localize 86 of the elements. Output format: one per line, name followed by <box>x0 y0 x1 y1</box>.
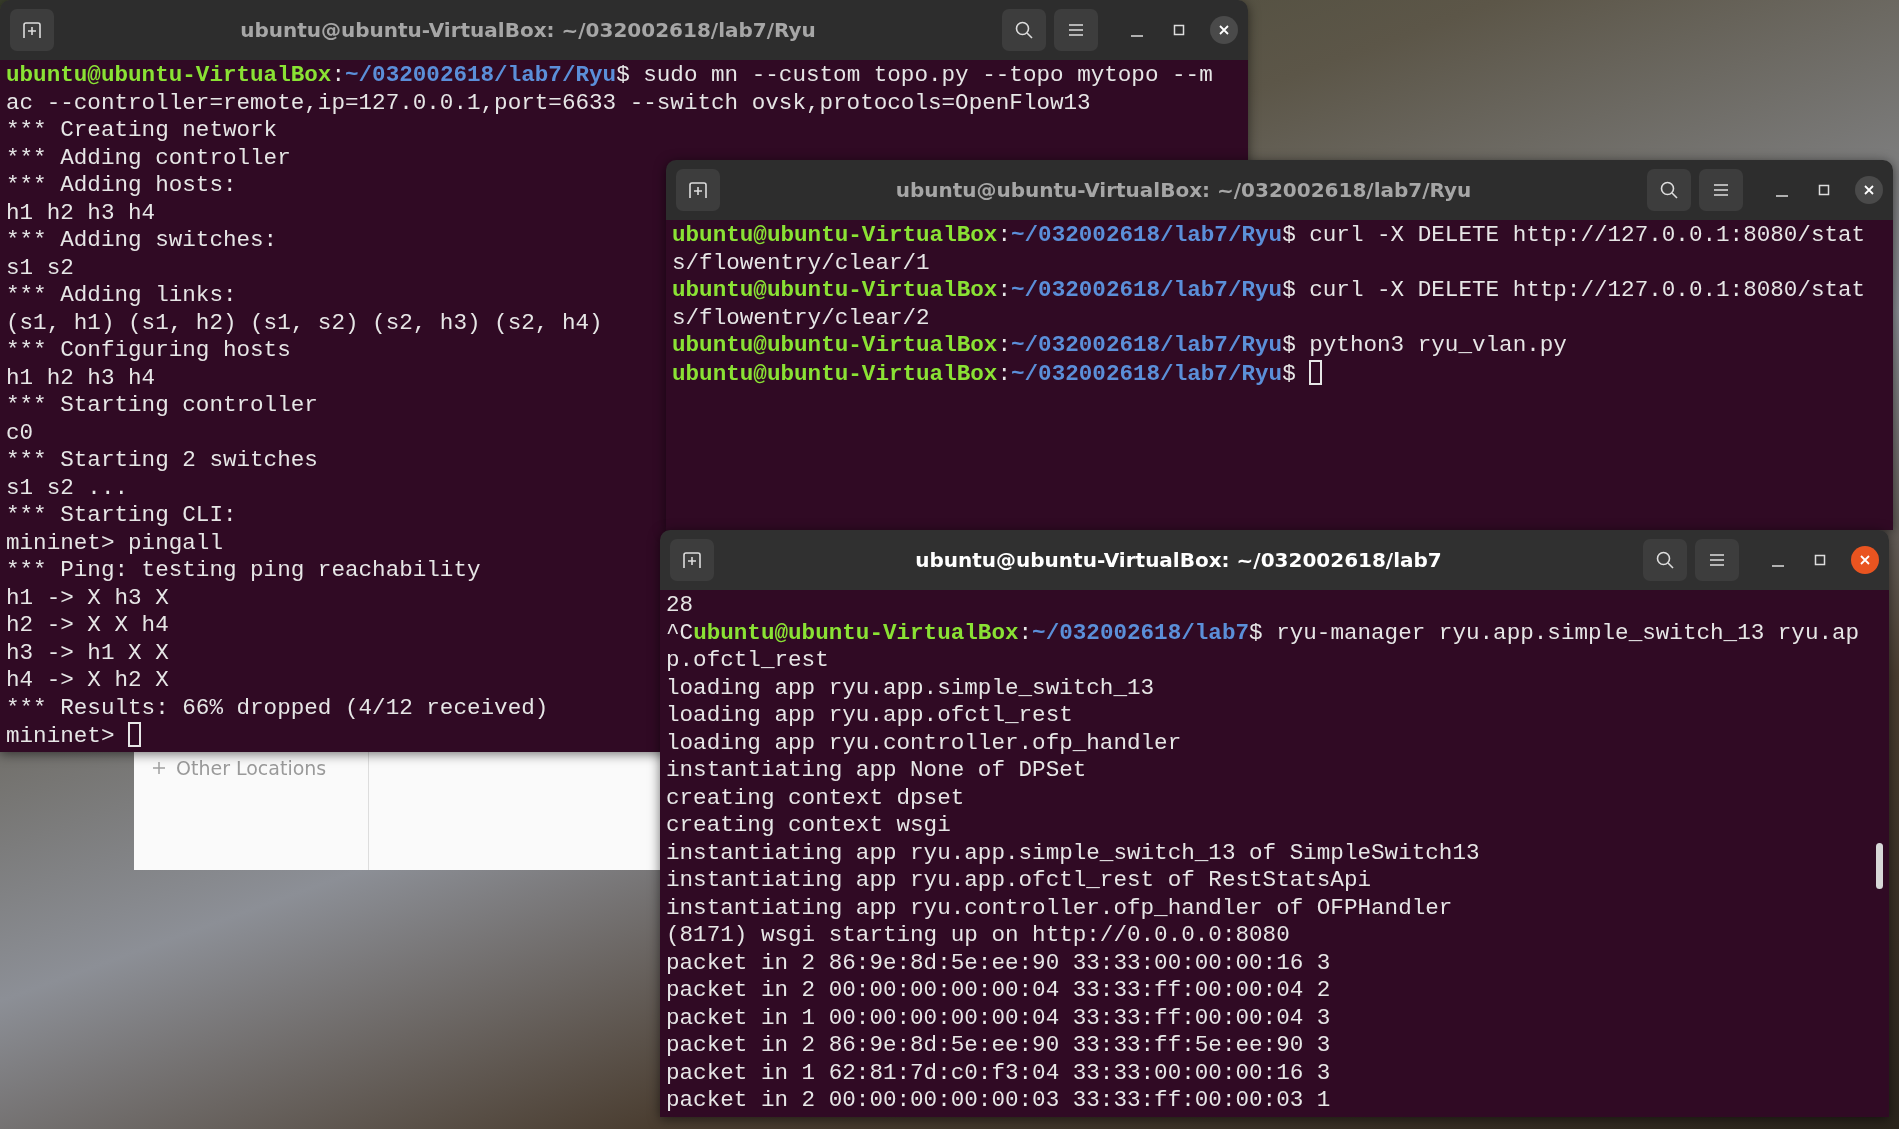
terminal-line: ubuntu@ubuntu-VirtualBox:~/032002618/lab7/Ryu$ curl -X DELETE http://127.0.0.1:8080/stat <box>672 222 1866 250</box>
terminal-line: mininet> <box>6 722 142 751</box>
new-tab-button[interactable] <box>10 9 54 51</box>
terminal-line: *** Configuring hosts <box>6 337 291 365</box>
minimize-icon <box>1776 195 1788 197</box>
terminal-line: packet in 2 00:00:00:00:00:03 33:33:ff:00:00:03 1 <box>666 1087 1331 1115</box>
terminal-line: instantiating app ryu.controller.ofp_handler of OFPHandler <box>666 894 1453 922</box>
menu-icon <box>1067 23 1085 37</box>
maximize-icon <box>1814 554 1826 566</box>
search-button[interactable] <box>1002 9 1046 51</box>
new-tab-button[interactable] <box>676 169 720 211</box>
terminal-line: instantiating app ryu.app.ofctl_rest of RestStatsApi <box>666 867 1372 895</box>
plus-icon <box>152 761 166 776</box>
terminal-line: creating context dpset <box>666 784 965 812</box>
terminal-line: *** Starting controller <box>6 392 318 420</box>
terminal-line: instantiating app None of DPSet <box>666 757 1087 785</box>
terminal-line: s1 s2 ... <box>6 474 129 502</box>
close-button[interactable] <box>1855 176 1883 204</box>
terminal-line: h1 -> X h3 X <box>6 584 169 612</box>
close-icon <box>1863 184 1875 196</box>
terminal-line: packet in 2 86:9e:8d:5e:ee:90 33:33:ff:5e:ee:90 3 <box>666 1032 1331 1060</box>
terminal-line: ubuntu@ubuntu-VirtualBox:~/032002618/lab7/Ryu$ curl -X DELETE http://127.0.0.1:8080/stat <box>672 277 1866 305</box>
menu-button[interactable] <box>1695 539 1739 581</box>
terminal-line: *** Starting CLI: <box>6 502 237 530</box>
terminal-line: s/flowentry/clear/2 <box>672 304 930 332</box>
terminal-line: h1 h2 h3 h4 <box>6 364 156 392</box>
search-button[interactable] <box>1643 539 1687 581</box>
terminal-line: h4 -> X h2 X <box>6 667 169 695</box>
terminal-line: s/flowentry/clear/1 <box>672 249 930 277</box>
search-icon <box>1659 180 1679 200</box>
terminal-line: loading app ryu.controller.ofp_handler <box>666 729 1182 757</box>
terminal-line: *** Ping: testing ping reachability <box>6 557 481 585</box>
terminal-line: ubuntu@ubuntu-VirtualBox:~/032002618/lab7/Ryu$ sudo mn --custom topo.py --topo mytopo --m <box>6 62 1213 90</box>
menu-button[interactable] <box>1054 9 1098 51</box>
terminal-line: 28 <box>666 592 694 620</box>
maximize-icon <box>1173 24 1185 36</box>
terminal-line: *** Starting 2 switches <box>6 447 318 475</box>
terminal-line: *** Results: 66% dropped (4/12 received) <box>6 694 549 722</box>
maximize-icon <box>1818 184 1830 196</box>
terminal-line: *** Adding switches: <box>6 227 278 255</box>
window-title: ubuntu@ubuntu-VirtualBox: ~/032002618/lab7 <box>914 547 1443 574</box>
terminal-line: packet in 1 62:81:7d:c0:f3:04 33:33:00:00:00:16 3 <box>666 1059 1331 1087</box>
new-tab-button[interactable] <box>670 539 714 581</box>
terminal-line: instantiating app ryu.app.simple_switch_13 of SimpleSwitch13 <box>666 839 1480 867</box>
terminal-line: h1 h2 h3 h4 <box>6 199 156 227</box>
menu-button[interactable] <box>1699 169 1743 211</box>
menu-icon <box>1708 553 1726 567</box>
terminal-line: (8171) wsgi starting up on http://0.0.0.0:8080 <box>666 922 1290 950</box>
terminal-line: *** Creating network <box>6 117 278 145</box>
terminal-line: ac --controller=remote,ip=127.0.0.1,port=6633 --switch ovsk,protocols=OpenFlow13 <box>6 89 1091 117</box>
scrollbar-thumb[interactable] <box>1876 843 1883 889</box>
terminal-line: (s1, h1) (s1, h2) (s1, s2) (s2, h3) (s2, h4) <box>6 309 603 337</box>
terminal-line: packet in 1 00:00:00:00:00:04 33:33:ff:00:00:04 3 <box>666 1004 1331 1032</box>
terminal-line: packet in 2 86:9e:8d:5e:ee:90 33:33:00:00:00:16 3 <box>666 949 1331 977</box>
terminal-line: packet in 2 00:00:00:00:00:04 33:33:ff:00:00:04 2 <box>666 977 1331 1005</box>
sidebar-item[interactable]: Other Locations <box>152 754 327 783</box>
terminal-line: ^Cubuntu@ubuntu-VirtualBox:~/032002618/lab7$ ryu-manager ryu.app.simple_switch_13 ryu.ap <box>666 619 1860 647</box>
tab-plus-icon <box>682 551 702 569</box>
terminal-line: *** Adding controller <box>6 144 291 172</box>
minimize-icon <box>1131 35 1143 37</box>
tab-plus-icon <box>22 21 42 39</box>
terminal-line: *** Adding hosts: <box>6 172 237 200</box>
terminal-line: *** Adding links: <box>6 282 237 310</box>
terminal-line: ubuntu@ubuntu-VirtualBox:~/032002618/lab7/Ryu$ python3 ryu_vlan.py <box>672 332 1567 360</box>
terminal-line: c0 <box>6 419 34 447</box>
terminal-line: mininet> pingall <box>6 529 223 557</box>
terminal-line: loading app ryu.app.simple_switch_13 <box>666 674 1155 702</box>
terminal-line: loading app ryu.app.ofctl_rest <box>666 702 1073 730</box>
terminal-line: h2 -> X X h4 <box>6 612 169 640</box>
tab-plus-icon <box>688 181 708 199</box>
terminal-line: h3 -> h1 X X <box>6 639 169 667</box>
window-title: ubuntu@ubuntu-VirtualBox: ~/032002618/lab7/Ryu <box>894 177 1473 204</box>
search-icon <box>1655 550 1675 570</box>
terminal-line: creating context wsgi <box>666 812 951 840</box>
close-icon <box>1859 554 1871 566</box>
close-button[interactable] <box>1851 546 1879 574</box>
close-icon <box>1218 24 1230 36</box>
window-title: ubuntu@ubuntu-VirtualBox: ~/032002618/lab7/Ryu <box>239 17 817 44</box>
minimize-icon <box>1772 565 1784 567</box>
search-button[interactable] <box>1647 169 1691 211</box>
close-button[interactable] <box>1210 16 1238 44</box>
search-icon <box>1014 20 1034 40</box>
menu-icon <box>1712 183 1730 197</box>
terminal-line: ubuntu@ubuntu-VirtualBox:~/032002618/lab7/Ryu$ <box>672 359 1323 388</box>
terminal-line: p.ofctl_rest <box>666 647 829 675</box>
terminal-line: s1 s2 <box>6 254 74 282</box>
